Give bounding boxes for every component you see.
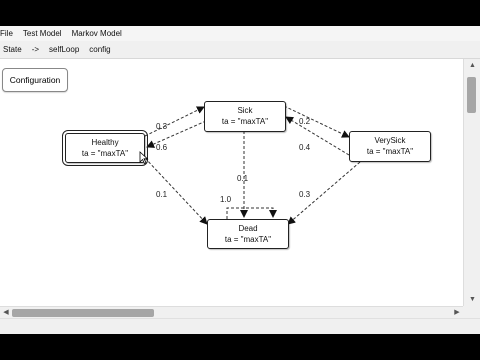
state-verysick[interactable]: VerySick ta = "maxTA" (349, 131, 431, 162)
tool-config[interactable]: config (84, 45, 115, 54)
state-name: VerySick (374, 136, 406, 145)
state-name: Healthy (91, 138, 119, 147)
edge-label-verysick-dead: 0.3 (299, 190, 311, 199)
diagram-canvas[interactable]: Configuration 0.3 0.6 0.1 0.2 0.4 0.1 0.… (0, 59, 463, 306)
state-sick[interactable]: Sick ta = "maxTA" (204, 101, 286, 132)
edge-verysick-sick[interactable] (285, 116, 350, 156)
letterbox-bottom (0, 334, 480, 360)
menu-markov-model[interactable]: Markov Model (67, 29, 127, 38)
tool-transition[interactable]: -> (27, 45, 44, 54)
state-ta: ta = "maxTA" (221, 117, 269, 126)
edge-healthy-sick[interactable] (144, 106, 205, 137)
state-dead[interactable]: Dead ta = "maxTA" (207, 219, 289, 249)
menu-bar: File Test Model Markov Model (0, 26, 480, 41)
state-healthy[interactable]: Healthy ta = "maxTA" (62, 130, 148, 166)
vertical-scrollbar[interactable]: ▲ ▼ (463, 59, 480, 306)
edge-label-verysick-sick: 0.4 (299, 143, 311, 152)
state-name: Dead (238, 224, 258, 233)
edge-sick-verysick[interactable] (283, 105, 350, 138)
menu-file[interactable]: File (0, 29, 18, 38)
transition-edges (144, 105, 361, 225)
scrollbar-corner (463, 306, 480, 318)
application-window: File Test Model Markov Model State -> se… (0, 0, 480, 360)
state-ta: ta = "maxTA" (224, 235, 272, 244)
state-ta: ta = "maxTA" (366, 147, 414, 156)
scroll-down-icon[interactable]: ▼ (464, 293, 480, 306)
mouse-cursor-icon (139, 151, 149, 164)
edge-label-healthy-dead: 0.1 (156, 190, 168, 199)
edge-label-sick-healthy: 0.6 (156, 143, 168, 152)
edge-label-sick-verysick: 0.2 (299, 117, 311, 126)
vertical-scroll-thumb[interactable] (467, 77, 476, 113)
edge-dead-self[interactable] (226, 207, 277, 219)
edge-label-healthy-sick: 0.3 (156, 122, 168, 131)
state-name: Sick (237, 106, 253, 115)
tool-self-loop[interactable]: selfLoop (44, 45, 84, 54)
state-ta: ta = "maxTA" (81, 149, 129, 158)
edge-label-sick-dead: 0.1 (237, 174, 249, 183)
status-bar (0, 318, 480, 335)
edge-healthy-dead[interactable] (144, 157, 208, 225)
letterbox-top (0, 0, 480, 26)
horizontal-scroll-thumb[interactable] (12, 309, 154, 317)
scroll-up-icon[interactable]: ▲ (464, 59, 480, 72)
tool-state[interactable]: State (0, 45, 27, 54)
menu-test-model[interactable]: Test Model (18, 29, 67, 38)
edge-label-dead-self: 1.0 (220, 195, 232, 204)
toolbar: State -> selfLoop config (0, 41, 480, 59)
